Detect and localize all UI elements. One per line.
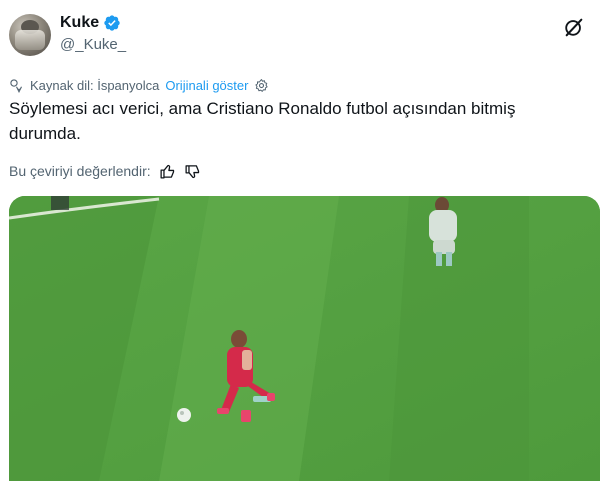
tweet-text: Söylemesi acı verici, ama Cristiano Rona… (9, 99, 516, 143)
grok-icon[interactable] (563, 16, 585, 38)
display-name[interactable]: Kuke (60, 14, 99, 32)
tweet-header: Kuke @_Kuke_ (9, 12, 591, 58)
video-media[interactable] (9, 196, 600, 481)
translation-bar: Kaynak dil: İspanyolca Orijinali göster (9, 76, 269, 94)
football-pitch-image (9, 196, 600, 481)
show-original-link[interactable]: Orijinali göster (165, 78, 248, 93)
rate-translation-label: Bu çeviriyi değerlendir: (9, 163, 151, 179)
thumbs-up-icon[interactable] (159, 163, 176, 180)
handle[interactable]: @_Kuke_ (60, 36, 126, 53)
football (177, 408, 191, 422)
rate-translation-row: Bu çeviriyi değerlendir: (9, 161, 201, 181)
pitch-stripe (389, 196, 529, 481)
source-language-label: Kaynak dil: İspanyolca (30, 77, 160, 93)
translate-icon (10, 78, 23, 93)
gear-icon[interactable] (254, 78, 269, 93)
thumbs-down-icon[interactable] (184, 163, 201, 180)
author-names: Kuke @_Kuke_ (60, 12, 126, 53)
verified-badge-icon (104, 15, 120, 31)
display-name-row: Kuke (60, 12, 126, 34)
player-far-left (51, 196, 69, 210)
avatar[interactable] (9, 14, 51, 56)
football-detail (180, 411, 184, 415)
avatar-figure-body (15, 30, 45, 50)
